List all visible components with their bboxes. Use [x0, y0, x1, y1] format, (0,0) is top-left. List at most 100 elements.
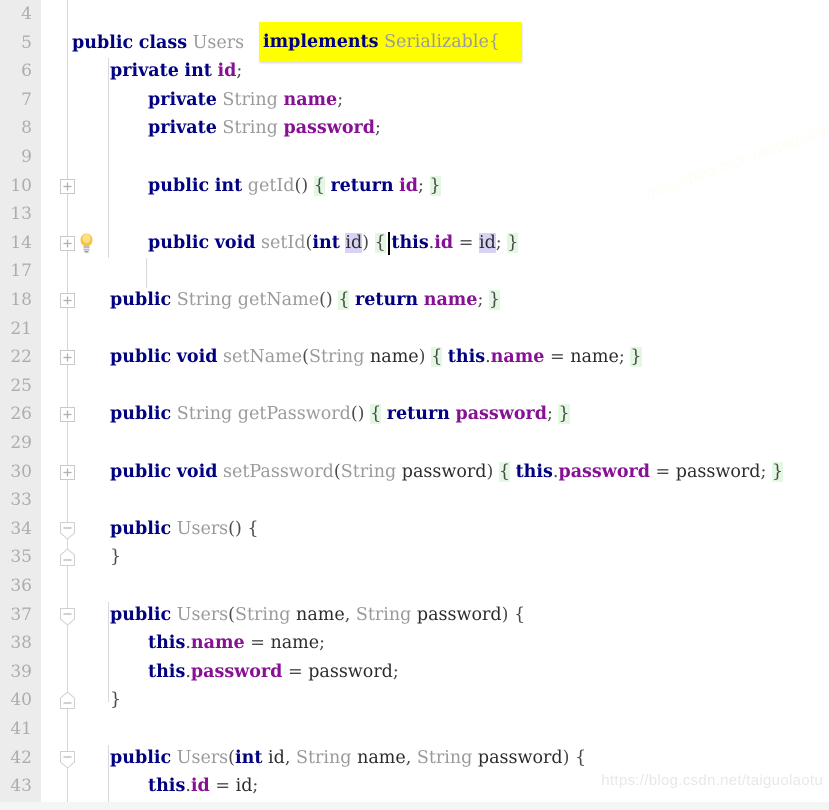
punctuation: ) [325, 290, 333, 310]
code-line[interactable]: public Users(String name, String passwor… [110, 601, 525, 630]
code-row[interactable]: 22 public void setName(String name) { thi… [0, 343, 829, 372]
field-ref: name [490, 347, 545, 368]
line-number: 26 [10, 404, 32, 425]
fold-expand-icon[interactable] [57, 290, 78, 311]
field-ref: password [558, 461, 650, 482]
punctuation: ( [228, 604, 235, 625]
punctuation: , [284, 747, 291, 768]
punctuation: = [215, 776, 231, 797]
type-or-method: setPassword [223, 461, 334, 482]
fold-expand-icon[interactable] [57, 233, 78, 254]
code-row[interactable]: 35} [0, 543, 829, 572]
code-editor[interactable]: https://blog.csdn.net/taiguolaotu 4 5 publ… [0, 0, 829, 810]
code-row[interactable]: 36 [0, 572, 829, 601]
code-row[interactable]: 21 [0, 315, 829, 344]
keyword: void [176, 347, 218, 368]
field-ref: password [190, 661, 283, 682]
code-row[interactable]: 41 [0, 715, 829, 744]
code-row[interactable]: 37 public Users(String name, String passw… [0, 601, 829, 630]
code-line[interactable]: private int id; [110, 57, 242, 86]
code-row[interactable]: 29 [0, 429, 829, 458]
keyword: this [148, 633, 186, 654]
field-decl: id [217, 61, 237, 82]
type-or-method: String [296, 747, 352, 768]
code-row[interactable]: 18 public String getName() { return name;… [0, 286, 829, 315]
code-row[interactable]: 13 [0, 200, 829, 229]
code-row[interactable]: 30 public void setPassword(String passwor… [0, 458, 829, 487]
fold-collapse-icon[interactable] [57, 605, 78, 626]
fold-collapse-icon[interactable] [57, 547, 78, 568]
punctuation: ( [302, 347, 309, 368]
fold-collapse-icon[interactable] [57, 690, 78, 711]
code-line[interactable]: public String getPassword() { return pas… [110, 400, 570, 429]
keyword: this [447, 347, 486, 368]
brace: { [370, 404, 382, 425]
punctuation: ( [350, 404, 358, 425]
line-number: 17 [10, 261, 32, 282]
type-or-method: String [176, 404, 233, 425]
code-row[interactable]: 8 private String password; [0, 114, 829, 143]
code-row[interactable]: 39 this.password = password; [0, 658, 829, 687]
code-line[interactable]: public Users() { [110, 515, 259, 544]
line-number: 37 [10, 604, 32, 625]
type-or-method: setName [223, 347, 303, 368]
fold-collapse-icon[interactable] [57, 519, 78, 540]
keyword: void [214, 232, 256, 253]
line-number: 10 [10, 175, 32, 196]
line-number: 22 [10, 347, 32, 368]
punctuation: ) [486, 461, 494, 482]
line-number: 38 [10, 633, 32, 654]
code-row[interactable]: 25 [0, 372, 829, 401]
code-row[interactable]: 17 [0, 257, 829, 286]
punctuation: ( [319, 290, 326, 310]
fold-expand-icon[interactable] [57, 176, 78, 197]
code-line[interactable]: this.name = name; [148, 629, 325, 658]
bottom-edge [0, 802, 829, 810]
punctuation: ; [252, 776, 259, 797]
type-or-method: Users [192, 32, 245, 53]
identifier: name [570, 347, 619, 368]
code-line[interactable]: public Users(int id, String name, String… [110, 744, 586, 773]
identifier: name [370, 347, 419, 368]
watermark: https://blog.csdn.net/taiguolaotu [601, 772, 823, 789]
fold-expand-icon[interactable] [57, 462, 78, 483]
code-row[interactable]: 42 public Users(int id, String name, Stri… [0, 744, 829, 773]
code-row[interactable]: 33 [0, 486, 829, 515]
code-line[interactable]: public String getName() { return name; } [110, 286, 501, 315]
keyword: int [184, 61, 212, 82]
code-line[interactable]: public class Users [72, 29, 244, 58]
code-row[interactable]: 7 private String name; [0, 86, 829, 115]
line-number: 42 [10, 747, 32, 768]
keyword: this [515, 461, 553, 482]
type-or-method: getId [247, 175, 295, 196]
code-line[interactable]: this.id = id; [148, 772, 258, 801]
line-number: 14 [10, 232, 32, 253]
code-row[interactable]: 9 [0, 143, 829, 172]
code-line[interactable]: public void setName(String name) { this.… [110, 343, 642, 372]
code-line[interactable]: this.password = password; [148, 658, 399, 687]
code-row[interactable]: 34 public Users() { [0, 515, 829, 544]
code-line[interactable]: private String password; [148, 114, 381, 143]
punctuation: ) [418, 347, 426, 368]
brace: } [558, 404, 570, 425]
lightbulb-icon[interactable] [79, 233, 94, 253]
code-line[interactable]: public void setPassword(String password)… [110, 458, 784, 487]
code-line[interactable]: private String name; [148, 86, 343, 115]
brace: { [374, 232, 386, 253]
code-line[interactable]: } [110, 543, 121, 572]
keyword-implements: implements [263, 32, 379, 52]
line-number: 21 [10, 318, 32, 339]
code-row[interactable]: 10 public int getId() { return id; } [0, 172, 829, 201]
field-ref: id [434, 232, 454, 253]
fold-expand-icon[interactable] [57, 347, 78, 368]
code-row[interactable]: 40} [0, 686, 829, 715]
code-line[interactable]: public void setId(int id) { this.id = id… [148, 229, 519, 258]
code-row[interactable]: 26 public String getPassword() { return p… [0, 400, 829, 429]
identifier: name [296, 604, 345, 625]
code-row[interactable]: 38 this.name = name; [0, 629, 829, 658]
fold-expand-icon[interactable] [57, 404, 78, 425]
fold-collapse-icon[interactable] [57, 748, 78, 769]
code-row[interactable]: 14 public void setId(int id) { this.id = … [0, 229, 829, 258]
code-line[interactable]: } [110, 686, 121, 715]
code-line[interactable]: public int getId() { return id; } [148, 172, 441, 201]
